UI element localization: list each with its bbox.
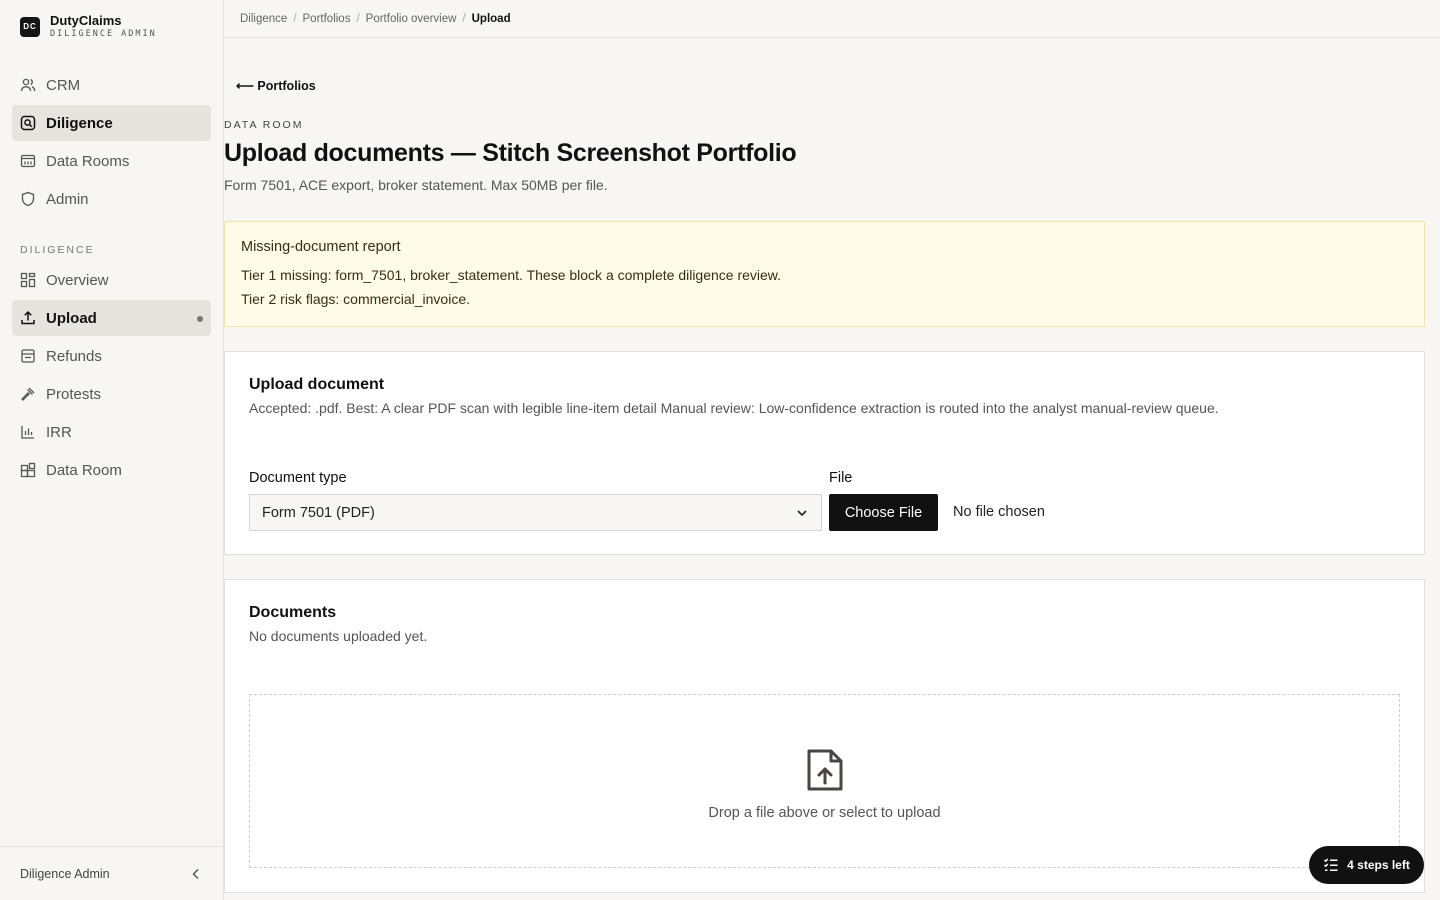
nav-item-data-room[interactable]: Data Room xyxy=(12,452,211,488)
choose-file-button[interactable]: Choose File xyxy=(829,494,938,531)
bar-chart-icon xyxy=(21,426,34,439)
alert-tier1: Tier 1 missing: form_7501, broker_statem… xyxy=(241,267,782,283)
nav-section-label: DILIGENCE xyxy=(20,244,95,256)
blocks-icon xyxy=(20,462,36,478)
shield-icon xyxy=(21,191,35,207)
steps-left-label: 4 steps left xyxy=(1347,858,1410,872)
nav-item-label: Data Rooms xyxy=(46,152,130,170)
breadcrumb-diligence[interactable]: Diligence xyxy=(240,13,287,25)
nav-item-upload[interactable]: Upload xyxy=(12,300,211,336)
missing-document-alert: Missing-document report Tier 1 missing: … xyxy=(224,221,1425,327)
footer-label: Diligence Admin xyxy=(20,866,110,881)
eyebrow: DATA ROOM xyxy=(224,119,304,131)
brand-subtitle: DILIGENCE ADMIN xyxy=(50,29,157,39)
folder-icon xyxy=(20,154,36,168)
file-label: File xyxy=(829,470,853,486)
upload-card-description: Accepted: .pdf. Best: A clear PDF scan w… xyxy=(249,400,1219,416)
nav-item-crm[interactable]: CRM xyxy=(12,67,211,103)
page-title: Upload documents — Stitch Screenshot Por… xyxy=(224,139,797,167)
breadcrumb: Diligence / Portfolios / Portfolio overv… xyxy=(224,0,1440,38)
breadcrumb-portfolio-overview[interactable]: Portfolio overview xyxy=(366,13,457,25)
nav-item-label: Refunds xyxy=(46,347,102,365)
nav-item-admin[interactable]: Admin xyxy=(12,181,211,217)
checklist-icon xyxy=(1324,858,1338,871)
file-dropzone[interactable]: Drop a file above or select to upload xyxy=(249,694,1400,868)
breadcrumb-separator: / xyxy=(356,12,360,25)
document-type-label: Document type xyxy=(249,470,347,486)
back-to-portfolios-link[interactable]: ⟵ Portfolios xyxy=(236,78,316,93)
file-status: No file chosen xyxy=(953,504,1045,520)
document-type-select[interactable]: Form 7501 (PDF) xyxy=(249,494,822,531)
upload-card-title: Upload document xyxy=(249,376,385,393)
nav-item-refunds[interactable]: Refunds xyxy=(12,338,211,374)
sidebar: DC DutyClaims DILIGENCE ADMIN CRM Dilige… xyxy=(0,0,224,900)
upload-icon xyxy=(21,310,35,325)
active-dot xyxy=(197,316,203,322)
nav-item-data-rooms[interactable]: Data Rooms xyxy=(12,143,211,179)
steps-left-button[interactable]: 4 steps left xyxy=(1309,846,1424,884)
file-upload-icon xyxy=(807,749,842,791)
sidebar-footer: Diligence Admin xyxy=(0,846,223,900)
chevron-left-icon[interactable] xyxy=(189,867,203,881)
receipt-icon xyxy=(21,349,35,363)
upload-card: Upload document Accepted: .pdf. Best: A … xyxy=(224,351,1425,555)
breadcrumb-upload: Upload xyxy=(471,12,511,25)
alert-tier2: Tier 2 risk flags: commercial_invoice. xyxy=(241,291,470,307)
document-type-value: Form 7501 (PDF) xyxy=(262,504,375,521)
nav-item-protests[interactable]: Protests xyxy=(12,376,211,412)
nav-item-label: Diligence xyxy=(46,114,113,132)
nav-item-label: Upload xyxy=(46,309,97,327)
search-icon xyxy=(20,115,36,131)
nav-item-label: Overview xyxy=(46,271,109,289)
users-icon xyxy=(20,78,36,92)
page-subtitle: Form 7501, ACE export, broker statement.… xyxy=(224,177,608,193)
nav-item-label: IRR xyxy=(46,423,72,441)
nav-item-overview[interactable]: Overview xyxy=(12,262,211,298)
nav-item-diligence[interactable]: Diligence xyxy=(12,105,211,141)
nav-item-label: CRM xyxy=(46,76,81,94)
documents-card: Documents No documents uploaded yet. Dro… xyxy=(224,579,1425,893)
documents-card-title: Documents xyxy=(249,604,337,621)
brand[interactable]: DC DutyClaims DILIGENCE ADMIN xyxy=(20,13,157,40)
dropzone-text: Drop a file above or select to upload xyxy=(708,805,941,821)
gavel-icon xyxy=(21,387,35,401)
nav-item-label: Protests xyxy=(46,385,102,403)
breadcrumb-separator: / xyxy=(462,12,466,25)
nav-item-irr[interactable]: IRR xyxy=(12,414,211,450)
brand-name: DutyClaims xyxy=(50,13,122,28)
documents-empty-text: No documents uploaded yet. xyxy=(249,628,428,644)
nav-item-label: Admin xyxy=(46,190,89,208)
breadcrumb-portfolios[interactable]: Portfolios xyxy=(303,13,351,25)
breadcrumb-separator: / xyxy=(293,12,297,25)
nav-item-label: Data Room xyxy=(46,461,122,479)
brand-logo: DC xyxy=(20,16,40,37)
chevron-down-icon xyxy=(797,510,807,517)
grid-icon xyxy=(20,272,36,288)
alert-title: Missing-document report xyxy=(241,239,401,255)
